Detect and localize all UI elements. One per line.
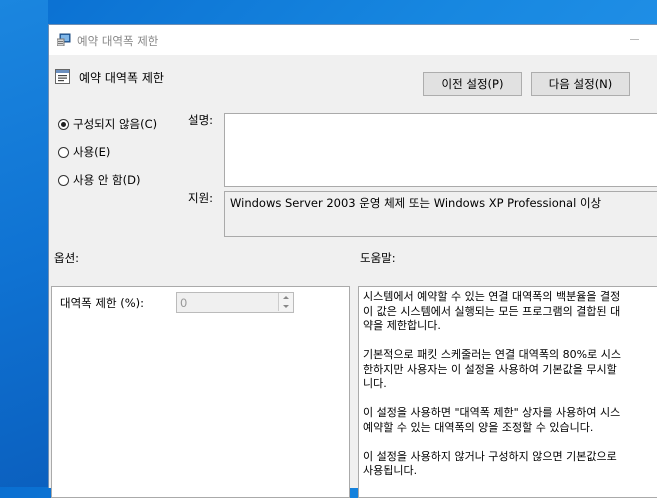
help-line: 기본적으로 패킷 스케줄러는 연결 대역폭의 80%로 시스 [363,348,621,361]
help-line: 이 값은 시스템에서 실행되는 모든 프로그램의 결합된 대 [363,304,621,318]
title-bar[interactable]: 예약 대역폭 제한 [49,25,657,55]
options-panel: 대역폭 제한 (%): 0 [51,286,350,498]
radio-not-configured[interactable]: 구성되지 않음(C) [58,116,157,132]
help-line: 예약할 수 있는 대역폭의 양을 조정할 수 있습니다. [363,420,594,434]
bandwidth-limit-value[interactable]: 0 [180,296,187,310]
next-setting-button[interactable]: 다음 설정(N) [531,72,630,96]
radio-label: 사용(E) [73,145,111,159]
description-field[interactable] [224,113,657,187]
radio-circle[interactable] [58,146,69,158]
previous-setting-button[interactable]: 이전 설정(P) [423,72,522,96]
help-line: 니다. [363,377,387,390]
help-text: 시스템에서 예약할 수 있는 연결 대역폭의 백분율을 결정 이 값은 시스템에… [363,290,657,493]
description-label: 설명: [188,113,214,127]
radio-circle[interactable] [58,174,69,186]
options-label: 옵션: [54,251,80,265]
help-line: 시스템에서 예약할 수 있는 연결 대역폭의 백분율을 결정 [363,290,621,303]
spin-down-icon[interactable] [278,302,293,311]
window-title: 예약 대역폭 제한 [77,34,159,48]
help-line: 사용됩니다. [363,464,418,477]
radio-disabled[interactable]: 사용 안 함(D) [58,172,140,188]
policy-setting-icon [55,69,70,84]
radio-circle[interactable] [58,118,69,130]
help-line: 한하지만 사용자는 이 설정을 사용하여 기본값을 무시할 [363,362,617,376]
radio-label: 사용 안 함(D) [73,173,141,187]
bandwidth-limit-label: 대역폭 제한 (%): [60,296,144,310]
help-line: 약을 제한합니다. [363,319,441,332]
help-line: 이 설정을 사용하면 "대역폭 제한" 상자를 사용하여 시스 [363,406,621,419]
policy-settings-icon [57,33,71,46]
help-line: 이 설정을 사용하지 않거나 구성하지 않으면 기본값으로 [363,449,617,463]
radio-enabled[interactable]: 사용(E) [58,144,110,160]
minimize-button[interactable] [612,25,657,55]
page-title: 예약 대역폭 제한 [79,71,164,85]
help-panel[interactable]: 시스템에서 예약할 수 있는 연결 대역폭의 백분율을 결정 이 값은 시스템에… [358,286,657,498]
supported-label: 지원: [188,191,214,205]
bandwidth-limit-stepper[interactable]: 0 [176,292,294,313]
radio-label: 구성되지 않음(C) [73,117,158,131]
help-label: 도움말: [360,251,396,265]
desktop-background [0,0,48,487]
supported-on-field[interactable]: Windows Server 2003 운영 체제 또는 Windows XP … [224,191,657,237]
policy-window: 예약 대역폭 제한 예약 대역폭 제한 이전 설정(P) 다음 설정(N) 구성… [48,24,657,498]
